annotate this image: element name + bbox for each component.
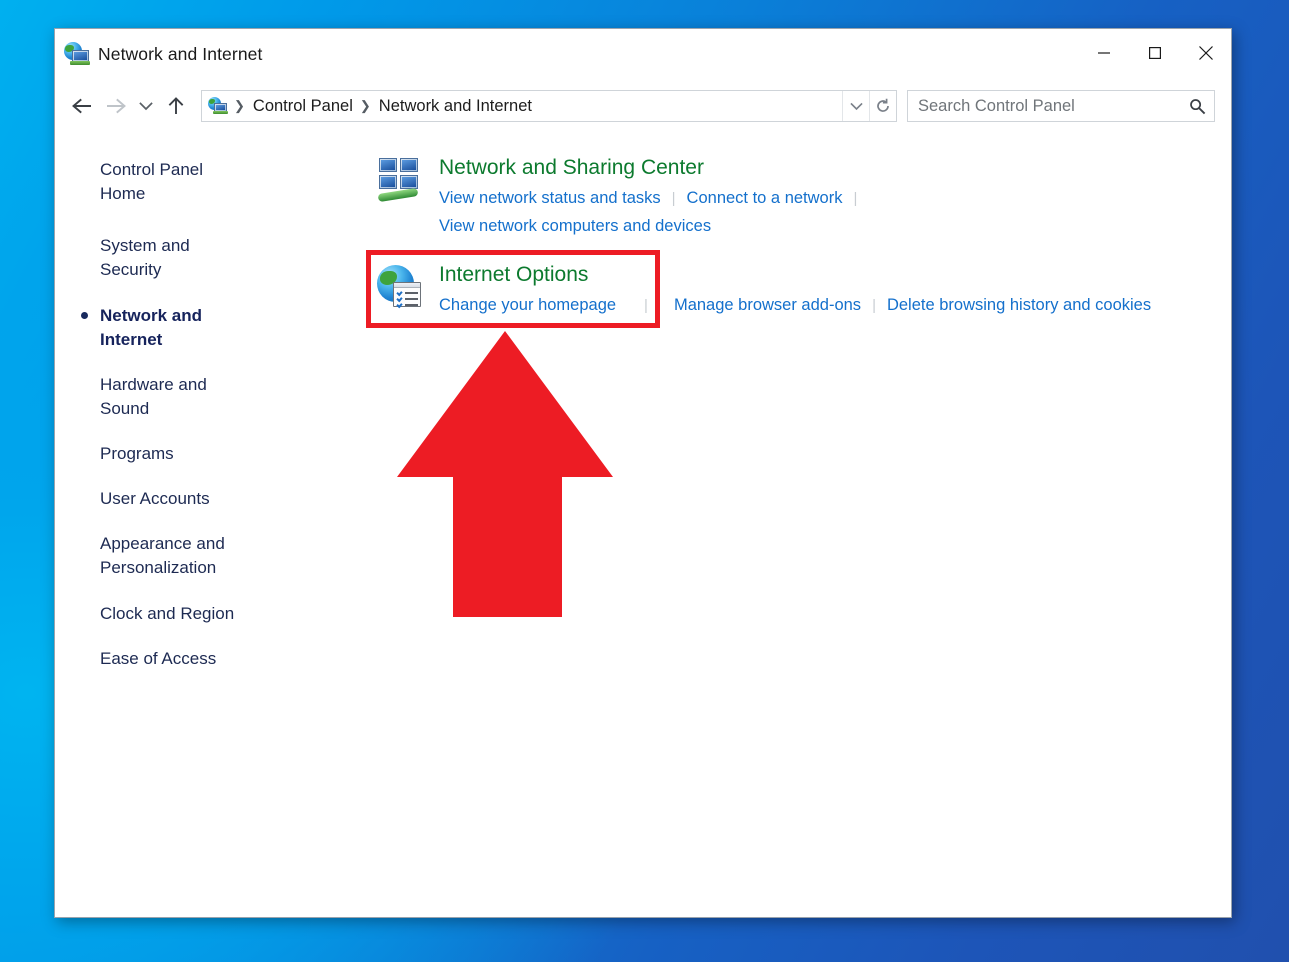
control-panel-window: Network and Internet ❯ Control Panel ❯ N… [54, 28, 1232, 918]
link-view-network-status-and-tasks[interactable]: View network status and tasks [439, 184, 661, 212]
sidebar-item-ease-of-access[interactable]: Ease of Access [55, 647, 270, 671]
link-manage-browser-add-ons[interactable]: Manage browser add-ons [674, 291, 861, 319]
address-bar[interactable]: ❯ Control Panel ❯ Network and Internet [201, 90, 897, 122]
link-separator: | [671, 190, 676, 208]
category-links-row: View network status and tasks | Connect … [439, 184, 868, 212]
link-separator: | [872, 297, 876, 315]
sidebar-item-network-and-internet[interactable]: Network and Internet [55, 304, 270, 352]
close-button[interactable] [1180, 29, 1231, 76]
sidebar-item-hardware-and-sound[interactable]: Hardware and Sound [55, 373, 270, 421]
category-title-internet-options[interactable]: Internet Options [439, 262, 588, 288]
internet-options-globe-icon[interactable] [377, 265, 423, 311]
network-globe-icon [208, 96, 228, 116]
maximize-button[interactable] [1129, 29, 1180, 76]
window-body: Control Panel Home System and Security N… [55, 133, 1231, 919]
breadcrumb: ❯ Control Panel ❯ Network and Internet [202, 96, 842, 116]
sidebar-item-user-accounts[interactable]: User Accounts [55, 487, 270, 511]
category-links-row: View network computers and devices [439, 212, 868, 240]
link-view-network-computers-and-devices[interactable]: View network computers and devices [439, 212, 711, 240]
recent-locations-chevron-icon[interactable] [133, 89, 159, 123]
breadcrumb-item-network-and-internet[interactable]: Network and Internet [376, 97, 535, 116]
forward-arrow-icon [99, 89, 133, 123]
sidebar-navigation: Control Panel Home System and Security N… [55, 133, 365, 919]
back-arrow-icon[interactable] [65, 89, 99, 123]
sidebar-item-control-panel-home[interactable]: Control Panel Home [55, 158, 270, 206]
link-delete-browsing-history-and-cookies[interactable]: Delete browsing history and cookies [887, 291, 1151, 319]
up-arrow-icon[interactable] [159, 89, 193, 123]
breadcrumb-separator: ❯ [359, 98, 371, 113]
category-body: Internet Options Change your homepage | … [439, 262, 1151, 320]
desktop-background: Network and Internet ❯ Control Panel ❯ N… [0, 0, 1289, 962]
breadcrumb-item-control-panel[interactable]: Control Panel [250, 97, 356, 116]
sidebar-item-system-and-security[interactable]: System and Security [55, 234, 270, 282]
navigation-toolbar: ❯ Control Panel ❯ Network and Internet [55, 79, 1231, 133]
link-change-your-homepage[interactable]: Change your homepage [439, 291, 616, 319]
sidebar-item-appearance-and-personalization[interactable]: Appearance and Personalization [55, 532, 270, 580]
window-controls [1078, 29, 1231, 76]
category-internet-options: Internet Options Change your homepage | … [365, 262, 1231, 320]
chevron-down-icon[interactable] [843, 91, 869, 121]
sidebar-item-programs[interactable]: Programs [55, 442, 270, 466]
category-list: Network and Sharing Center View network … [365, 133, 1231, 919]
link-separator: | [853, 190, 858, 208]
link-connect-to-a-network[interactable]: Connect to a network [687, 184, 843, 212]
search-input[interactable] [908, 96, 1180, 116]
minimize-button[interactable] [1078, 29, 1129, 76]
category-links-row: Change your homepage | Manage browser ad… [439, 291, 1151, 319]
network-globe-icon [64, 41, 90, 67]
search-icon[interactable] [1180, 98, 1214, 115]
category-body: Network and Sharing Center View network … [439, 155, 868, 240]
network-monitors-icon[interactable] [377, 158, 423, 204]
category-network-and-sharing-center: Network and Sharing Center View network … [365, 155, 1231, 240]
refresh-icon[interactable] [870, 91, 896, 121]
window-title: Network and Internet [98, 43, 263, 64]
search-box[interactable] [907, 90, 1215, 122]
sidebar-item-clock-and-region[interactable]: Clock and Region [55, 602, 270, 626]
link-separator: | [644, 297, 648, 315]
window-title-bar: Network and Internet [55, 29, 1231, 79]
category-title-network-and-sharing-center[interactable]: Network and Sharing Center [439, 155, 704, 181]
breadcrumb-separator: ❯ [234, 98, 245, 113]
